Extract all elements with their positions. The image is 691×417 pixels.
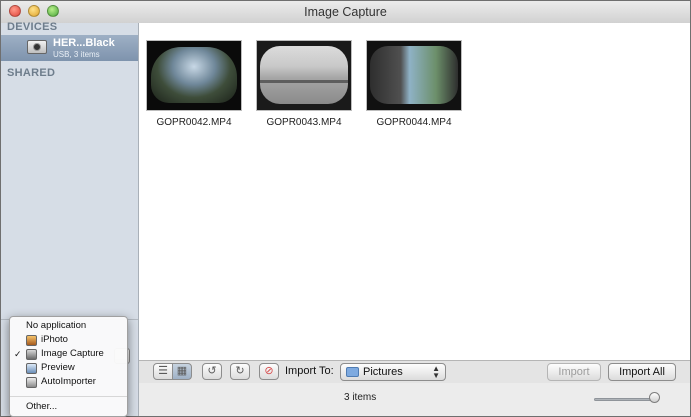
file-grid: GOPR0042.MP4 GOPR0043.MP4 GOPR0044.MP4 [139, 23, 690, 361]
device-item[interactable]: HER...Black USB, 3 items [1, 35, 138, 61]
file-item[interactable]: GOPR0043.MP4 [256, 40, 352, 128]
bottom-toolbar: ☰ ▦ ↺ ↻ ⊘ Import To: Pictures ▲ ▼ Import … [139, 360, 690, 383]
image-capture-icon [26, 349, 37, 360]
device-name: HER...Black [53, 37, 115, 49]
minimize-button[interactable] [28, 5, 40, 17]
rotate-right-button[interactable]: ↻ [230, 363, 250, 380]
rotate-right-icon: ↻ [235, 365, 245, 377]
menu-item-no-application[interactable]: No application [10, 319, 127, 333]
devices-header: DEVICES [7, 21, 58, 33]
import-destination-select[interactable]: Pictures ▲ ▼ [340, 363, 446, 381]
file-item[interactable]: GOPR0042.MP4 [146, 40, 242, 128]
menu-item-iphoto[interactable]: iPhoto [10, 333, 127, 347]
items-count: 3 items [344, 392, 377, 403]
checkmark-icon: ✓ [14, 349, 22, 359]
preview-icon [26, 363, 37, 374]
open-with-app-menu: No application iPhoto ✓ Image Capture Pr… [9, 316, 128, 417]
import-button[interactable]: Import [547, 363, 601, 381]
video-thumbnail [366, 40, 462, 111]
close-button[interactable] [9, 5, 21, 17]
menu-item-other[interactable]: Other... [10, 400, 127, 414]
window-controls [9, 5, 59, 17]
import-all-button[interactable]: Import All [608, 363, 676, 381]
video-thumbnail [146, 40, 242, 111]
camera-icon [27, 40, 47, 54]
status-bar: 3 items [139, 383, 690, 416]
slider-knob[interactable] [649, 392, 660, 403]
menu-item-autoimporter[interactable]: AutoImporter [10, 375, 127, 389]
folder-icon [346, 367, 359, 377]
file-name: GOPR0042.MP4 [156, 117, 232, 128]
shared-header: SHARED [7, 67, 56, 79]
zoom-button[interactable] [47, 5, 59, 17]
rotate-left-icon: ↺ [207, 365, 217, 377]
video-thumbnail [256, 40, 352, 111]
menu-item-image-capture[interactable]: ✓ Image Capture [10, 347, 127, 361]
file-item[interactable]: GOPR0044.MP4 [366, 40, 462, 128]
autoimporter-icon [26, 377, 37, 388]
no-entry-icon: ⊘ [264, 365, 274, 377]
title-bar: Image Capture [1, 1, 690, 24]
grid-icon: ▦ [176, 365, 188, 377]
icon-view-button[interactable]: ▦ [172, 363, 192, 380]
rotate-left-button[interactable]: ↺ [202, 363, 222, 380]
menu-separator [10, 396, 127, 397]
window-title: Image Capture [304, 5, 387, 19]
iphoto-icon [26, 335, 37, 346]
import-to-label: Import To: [285, 365, 334, 377]
list-view-button[interactable]: ☰ [153, 363, 173, 380]
list-icon: ☰ [158, 365, 168, 377]
file-name: GOPR0043.MP4 [266, 117, 342, 128]
menu-item-preview[interactable]: Preview [10, 361, 127, 375]
chevron-updown-icon: ▲ ▼ [432, 364, 440, 380]
delete-button[interactable]: ⊘ [259, 363, 279, 380]
import-destination-value: Pictures [363, 366, 403, 378]
file-name: GOPR0044.MP4 [376, 117, 452, 128]
device-subtitle: USB, 3 items [53, 50, 100, 59]
